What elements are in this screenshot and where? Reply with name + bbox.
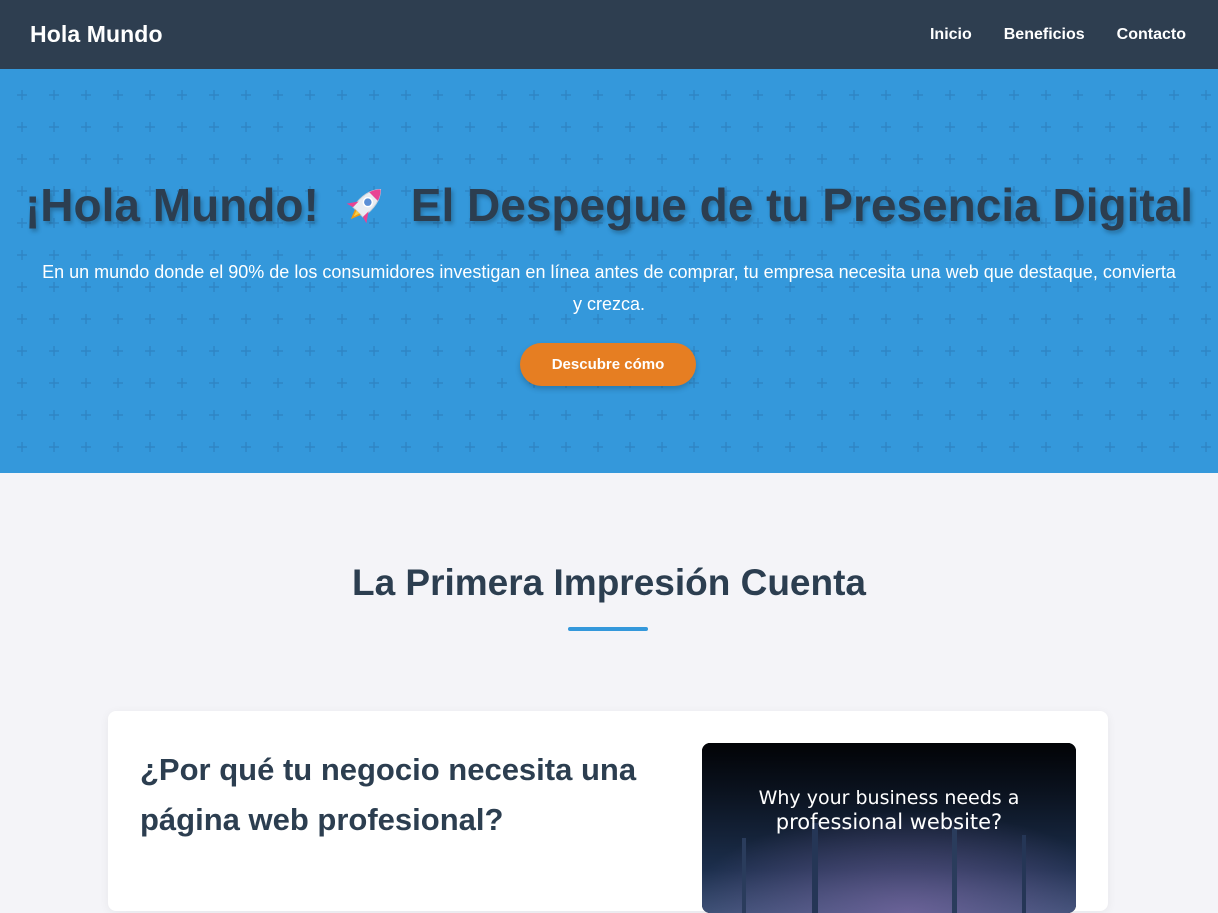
hero-section: ¡Hola Mundo! El Despegue de tu Presencia… bbox=[0, 69, 1218, 473]
brand-logo[interactable]: Hola Mundo bbox=[30, 21, 163, 48]
nav-menu: Inicio Beneficios Contacto bbox=[930, 26, 1186, 44]
video-caption-line2: professional website? bbox=[775, 810, 1003, 834]
hero-title-greeting: ¡Hola Mundo! bbox=[24, 179, 319, 231]
navbar: Hola Mundo Inicio Beneficios Contacto bbox=[0, 0, 1218, 69]
hero-title: ¡Hola Mundo! El Despegue de tu Presencia… bbox=[0, 177, 1218, 233]
section-divider bbox=[568, 627, 648, 631]
video-caption-line1: Why your business needs a bbox=[758, 787, 1020, 809]
section-title: La Primera Impresión Cuenta bbox=[351, 562, 867, 603]
video-thumbnail[interactable]: Why your business needs a professional w… bbox=[702, 743, 1076, 913]
rocket-icon bbox=[337, 177, 393, 233]
card-title: ¿Por qué tu negocio necesita una página … bbox=[140, 752, 637, 837]
discover-button[interactable]: Descubre cómo bbox=[520, 343, 696, 386]
nav-link-beneficios[interactable]: Beneficios bbox=[1004, 26, 1085, 44]
hero-subtitle: En un mundo donde el 90% de los consumid… bbox=[42, 262, 1176, 314]
feature-card: ¿Por qué tu negocio necesita una página … bbox=[108, 711, 1108, 913]
hero-title-tagline: El Despegue de tu Presencia Digital bbox=[410, 179, 1194, 231]
nav-link-inicio[interactable]: Inicio bbox=[930, 26, 972, 44]
nav-link-contacto[interactable]: Contacto bbox=[1117, 26, 1186, 44]
